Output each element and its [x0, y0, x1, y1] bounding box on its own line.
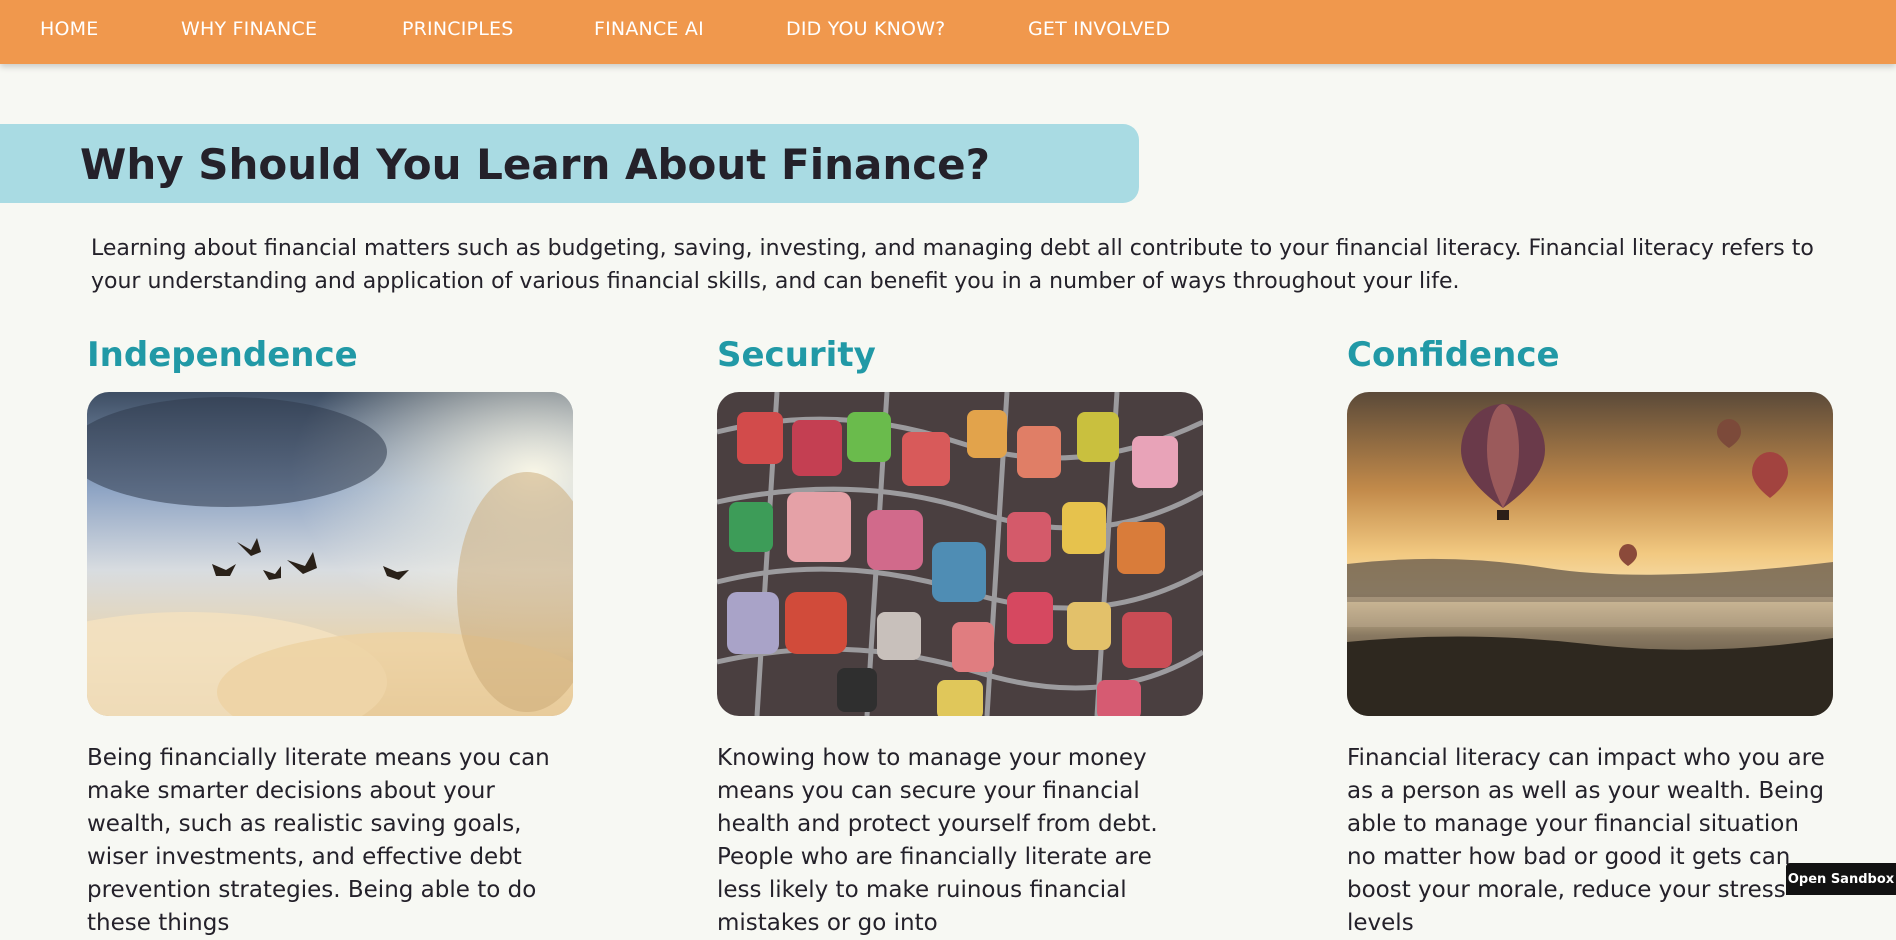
padlocks-illustration — [717, 392, 1203, 716]
page-title: Why Should You Learn About Finance? — [80, 140, 990, 189]
nav-home[interactable]: HOME — [40, 18, 98, 40]
intro-paragraph: Learning about financial matters such as… — [91, 232, 1851, 298]
open-sandbox-button[interactable]: Open Sandbox — [1786, 863, 1896, 895]
hot-air-balloons-image — [1347, 392, 1833, 716]
top-navbar: HOME WHY FINANCE PRINCIPLES FINANCE AI D… — [0, 0, 1896, 64]
nav-why-finance[interactable]: WHY FINANCE — [181, 18, 317, 40]
column-independence: Independence — [87, 332, 573, 940]
nav-principles[interactable]: PRINCIPLES — [402, 18, 513, 40]
column-heading: Confidence — [1347, 332, 1833, 392]
column-text: Knowing how to manage your money means y… — [717, 742, 1203, 940]
column-heading: Security — [717, 332, 1203, 392]
birds-flying-illustration — [87, 392, 573, 716]
column-text: Financial literacy can impact who you ar… — [1347, 742, 1833, 940]
hot-air-balloons-illustration — [1347, 392, 1833, 716]
column-heading: Independence — [87, 332, 573, 392]
nav-finance-ai[interactable]: FINANCE AI — [594, 18, 704, 40]
birds-flying-image — [87, 392, 573, 716]
column-security: Security — [717, 332, 1203, 940]
column-text: Being financially literate means you can… — [87, 742, 573, 940]
nav-did-you-know[interactable]: DID YOU KNOW? — [786, 18, 945, 40]
padlocks-image — [717, 392, 1203, 716]
column-confidence: Confidence — [1347, 332, 1833, 940]
nav-get-involved[interactable]: GET INVOLVED — [1028, 18, 1170, 40]
